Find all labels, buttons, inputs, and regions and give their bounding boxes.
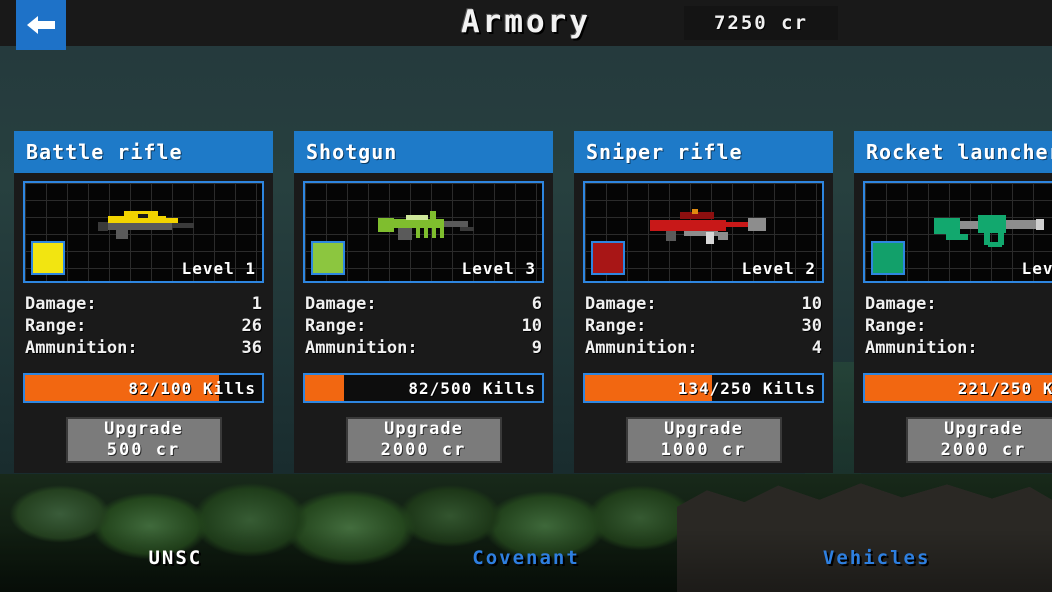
upgrade-button-label: Upgrade	[664, 419, 743, 439]
weapon-name: Shotgun	[306, 140, 398, 164]
weapon-card: Shotgun Level 3 Damage: 6 Range: 10 Ammu…	[294, 131, 553, 473]
weapon-stats: Damage: 6 Range: 10 Ammunition: 9	[303, 283, 544, 365]
stat-value: 30	[801, 316, 822, 336]
weapon-preview: Level 2	[863, 181, 1052, 283]
upgrade-button-label: Upgrade	[944, 419, 1023, 439]
stat-label: Range:	[585, 316, 647, 336]
weapon-card-header: Rocket launcher	[854, 131, 1052, 173]
nav-tab-vehicles[interactable]: Vehicles	[701, 542, 1052, 574]
upgrade-button[interactable]: Upgrade 2000 cr	[345, 417, 502, 463]
page-title: Armory	[461, 4, 591, 40]
stat-label: Range:	[305, 316, 367, 336]
stat-row: Ammunition: 9	[305, 337, 542, 359]
bottom-navigation: UNSC Covenant Vehicles	[0, 542, 1052, 574]
kills-progress-label: 82/100 Kills	[128, 378, 256, 398]
stat-value: 9	[531, 338, 542, 358]
kills-progress-label: 134/250 Kills	[677, 378, 816, 398]
weapon-name: Battle rifle	[26, 140, 183, 164]
stat-row: Damage: 6	[305, 293, 542, 315]
weapon-preview: Level 3	[303, 181, 544, 283]
stat-label: Damage:	[585, 294, 657, 314]
stat-value: 10	[521, 316, 542, 336]
weapon-sprite-icon	[920, 206, 1048, 250]
stat-label: Damage:	[25, 294, 97, 314]
stat-row: Range:	[865, 315, 1052, 337]
credits-display: 7250 cr	[684, 6, 838, 40]
credits-amount: 7250 cr	[713, 12, 809, 34]
weapon-color-swatch[interactable]	[311, 241, 345, 275]
kills-progress-label: 82/500 Kills	[408, 378, 536, 398]
stat-value: 4	[811, 338, 822, 358]
weapon-level: Level 2	[1021, 259, 1052, 278]
weapon-sprite-icon	[80, 206, 208, 250]
stat-label: Damage:	[305, 294, 377, 314]
upgrade-button-label: Upgrade	[384, 419, 463, 439]
upgrade-button-cost: 2000 cr	[940, 440, 1027, 460]
stat-row: Damage:	[865, 293, 1052, 315]
stat-value: 6	[531, 294, 542, 314]
weapon-preview: Level 1	[23, 181, 264, 283]
stat-label: Ammunition:	[585, 338, 698, 358]
stat-row: Ammunition:	[865, 337, 1052, 359]
weapon-card: Rocket launcher Level 2 Damage: Range	[854, 131, 1052, 473]
kills-progress-bar: 82/500 Kills	[303, 373, 544, 403]
stat-label: Ammunition:	[865, 338, 978, 358]
kills-progress-bar: 82/100 Kills	[23, 373, 264, 403]
upgrade-button-label: Upgrade	[104, 419, 183, 439]
stat-row: Damage: 1	[25, 293, 262, 315]
upgrade-button-cost: 500 cr	[106, 440, 181, 460]
kills-progress-bar: 134/250 Kills	[583, 373, 824, 403]
weapon-card-header: Sniper rifle	[574, 131, 833, 173]
stat-row: Ammunition: 4	[585, 337, 822, 359]
weapon-sprite-icon	[360, 206, 488, 250]
stat-row: Damage: 10	[585, 293, 822, 315]
weapon-card-body: Level 2 Damage: 10 Range: 30 Ammunition:…	[574, 173, 833, 473]
weapon-card-body: Level 1 Damage: 1 Range: 26 Ammunition: …	[14, 173, 273, 473]
stat-value: 26	[241, 316, 262, 336]
stat-row: Range: 10	[305, 315, 542, 337]
upgrade-button[interactable]: Upgrade 2000 cr	[905, 417, 1052, 463]
kills-progress-label: 221/250 Kills	[957, 378, 1052, 398]
weapon-card-header: Shotgun	[294, 131, 553, 173]
weapon-color-swatch[interactable]	[31, 241, 65, 275]
stat-value: 36	[241, 338, 262, 358]
weapon-card-list: Battle rifle Level 1 Damage: 1 Range: 26…	[14, 131, 1052, 473]
nav-tab-covenant[interactable]: Covenant	[351, 542, 702, 574]
weapon-card: Battle rifle Level 1 Damage: 1 Range: 26…	[14, 131, 273, 473]
stat-label: Range:	[865, 316, 927, 336]
weapon-stats: Damage: 10 Range: 30 Ammunition: 4	[583, 283, 824, 365]
upgrade-button[interactable]: Upgrade 1000 cr	[625, 417, 782, 463]
weapon-card-body: Level 3 Damage: 6 Range: 10 Ammunition: …	[294, 173, 553, 473]
kills-progress-bar: 221/250 Kills	[863, 373, 1052, 403]
weapon-level: Level 2	[741, 259, 816, 278]
stat-value: 10	[801, 294, 822, 314]
weapon-card: Sniper rifle Level 2 Damage: 10 Range: 3…	[574, 131, 833, 473]
weapon-color-swatch[interactable]	[591, 241, 625, 275]
upgrade-button-cost: 1000 cr	[660, 440, 747, 460]
weapon-name: Rocket launcher	[866, 140, 1052, 164]
stat-label: Range:	[25, 316, 87, 336]
weapon-name: Sniper rifle	[586, 140, 743, 164]
stat-row: Range: 26	[25, 315, 262, 337]
weapon-level: Level 1	[181, 259, 256, 278]
stat-value: 1	[251, 294, 262, 314]
weapon-stats: Damage: 1 Range: 26 Ammunition: 36	[23, 283, 264, 365]
stat-label: Damage:	[865, 294, 937, 314]
stat-label: Ammunition:	[305, 338, 418, 358]
top-bar: Armory 7250 cr	[0, 0, 1052, 50]
nav-tab-unsc[interactable]: UNSC	[0, 542, 351, 574]
weapon-sprite-icon	[640, 206, 768, 250]
weapon-color-swatch[interactable]	[871, 241, 905, 275]
weapon-card-body: Level 2 Damage: Range: Ammunition: 221/2…	[854, 173, 1052, 473]
stat-label: Ammunition:	[25, 338, 138, 358]
weapon-preview: Level 2	[583, 181, 824, 283]
stat-row: Ammunition: 36	[25, 337, 262, 359]
weapon-card-header: Battle rifle	[14, 131, 273, 173]
stat-row: Range: 30	[585, 315, 822, 337]
upgrade-button[interactable]: Upgrade 500 cr	[65, 417, 222, 463]
weapon-stats: Damage: Range: Ammunition:	[863, 283, 1052, 365]
upgrade-button-cost: 2000 cr	[380, 440, 467, 460]
weapon-level: Level 3	[461, 259, 536, 278]
